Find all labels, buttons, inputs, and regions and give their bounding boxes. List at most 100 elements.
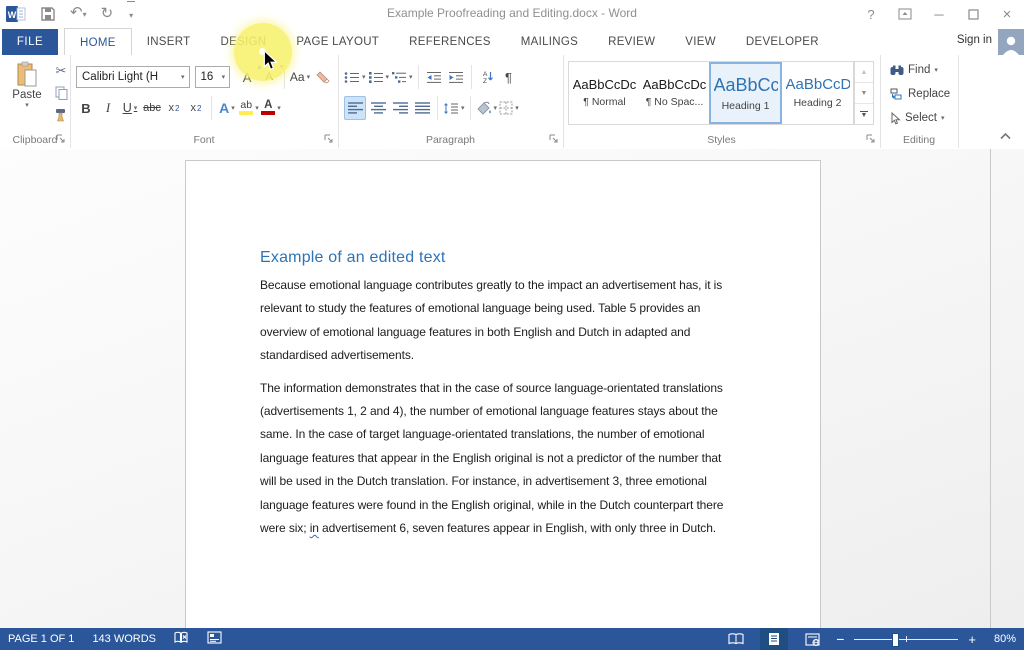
doc-line: overview of emotional language features … (260, 325, 780, 348)
zoom-in-button[interactable]: + (968, 632, 976, 647)
font-name-combo[interactable]: Calibri Light (H▾ (76, 66, 190, 88)
zoom-level[interactable]: 80% (986, 633, 1016, 645)
svg-text:A: A (483, 71, 488, 78)
clear-formatting-button[interactable] (312, 66, 332, 88)
justify-button[interactable] (412, 97, 432, 119)
maximize-button[interactable] (960, 3, 986, 25)
tab-file[interactable]: FILE (2, 29, 58, 55)
paste-button[interactable]: Paste ▾ (6, 61, 48, 137)
grammar-error-word: in (310, 521, 319, 535)
tab-developer[interactable]: DEVELOPER (731, 28, 834, 55)
binoculars-icon (890, 65, 904, 76)
mouse-cursor-icon (263, 50, 278, 71)
find-button[interactable]: Find▾ (890, 61, 950, 79)
doc-line: standardised advertisements. (260, 348, 780, 371)
document-page[interactable]: Example of an edited text Because emotio… (185, 160, 821, 629)
format-painter-button[interactable] (52, 107, 70, 122)
styles-scroll-up-button[interactable]: ▲ (855, 62, 873, 83)
decrease-indent-button[interactable] (424, 66, 444, 88)
doc-line: same. In the case of target language-ori… (260, 427, 780, 450)
copy-button[interactable] (52, 85, 70, 100)
close-button[interactable]: × (994, 3, 1020, 25)
doc-line: relevant to study the features of emotio… (260, 301, 780, 324)
read-mode-button[interactable] (722, 628, 750, 650)
text-highlight-button[interactable]: ab ▾ (239, 97, 259, 119)
styles-gallery: AaBbCcDc ¶ Normal AaBbCcDc ¶ No Spac... … (568, 61, 854, 125)
styles-gallery-scroll: ▲ ▼ ▼ (854, 61, 874, 125)
select-cursor-icon (890, 112, 901, 125)
paragraph-dialog-launcher[interactable] (549, 134, 559, 144)
avatar[interactable] (998, 29, 1024, 55)
collapse-ribbon-button[interactable] (999, 127, 1012, 145)
cut-button[interactable]: ✂ (52, 63, 70, 78)
help-button[interactable]: ? (858, 3, 884, 25)
zoom-out-button[interactable]: − (836, 631, 844, 647)
clipboard-group: Paste ▾ ✂ Clipboard (0, 55, 71, 148)
style-normal[interactable]: AaBbCcDc ¶ Normal (570, 63, 639, 121)
ribbon-tab-row: FILE HOME INSERT DESIGN PAGE LAYOUT REFE… (0, 28, 1024, 56)
shading-button[interactable]: ▾ (476, 97, 498, 119)
print-layout-button[interactable] (760, 628, 788, 650)
style-no-spacing[interactable]: AaBbCcDc ¶ No Spac... (640, 63, 709, 121)
ribbon: Paste ▾ ✂ Clipboard Calibri Light (H▾ 16… (0, 55, 1024, 150)
web-layout-button[interactable] (798, 628, 826, 650)
superscript-button[interactable]: x2 (186, 97, 206, 119)
font-size-combo[interactable]: 16▾ (195, 66, 231, 88)
zoom-slider[interactable] (854, 628, 958, 650)
underline-button[interactable]: U▾ (120, 97, 140, 119)
tab-insert[interactable]: INSERT (132, 28, 206, 55)
numbering-button[interactable]: ▾ (368, 66, 390, 88)
highlight-icon: ab (239, 101, 253, 115)
tab-page-layout[interactable]: PAGE LAYOUT (281, 28, 394, 55)
page-indicator[interactable]: PAGE 1 OF 1 (8, 633, 74, 645)
style-heading-1[interactable]: AaBbCc Heading 1 (709, 62, 782, 124)
document-content[interactable]: Example of an edited text Because emotio… (260, 249, 780, 544)
text-effects-button[interactable]: A▾ (217, 97, 237, 119)
style-heading-2[interactable]: AaBbCcD Heading 2 (783, 63, 852, 121)
svg-text:Z: Z (483, 78, 487, 84)
styles-scroll-down-button[interactable]: ▼ (855, 83, 873, 104)
styles-group-label: Styles (563, 134, 880, 146)
ribbon-display-options-button[interactable] (892, 3, 918, 25)
borders-button[interactable]: ▾ (499, 97, 519, 119)
increase-indent-button[interactable] (446, 66, 466, 88)
replace-button[interactable]: Replace (890, 85, 950, 103)
strikethrough-button[interactable]: abc (142, 97, 162, 119)
line-spacing-button[interactable]: ▾ (443, 97, 465, 119)
font-dialog-launcher[interactable] (324, 134, 334, 144)
clipboard-dialog-launcher[interactable] (56, 134, 66, 144)
font-group: Calibri Light (H▾ 16▾ A▲ A▼ Aa▾ B I U▾ a… (70, 55, 339, 148)
paragraph-1: Because emotional language contributes g… (260, 278, 780, 372)
doc-line: language features were found in the Engl… (260, 498, 780, 521)
styles-more-button[interactable]: ▼ (855, 104, 873, 124)
bold-button[interactable]: B (76, 97, 96, 119)
select-button[interactable]: Select▾ (890, 109, 950, 127)
styles-dialog-launcher[interactable] (866, 134, 876, 144)
align-center-button[interactable] (368, 97, 388, 119)
scrollbar-track[interactable] (990, 149, 991, 628)
word-count[interactable]: 143 WORDS (92, 633, 156, 645)
sort-button[interactable]: AZ (477, 66, 497, 88)
font-color-button[interactable]: A ▾ (261, 97, 281, 119)
sign-in-link[interactable]: Sign in (957, 34, 992, 46)
macro-recording-icon[interactable] (207, 631, 222, 647)
tab-view[interactable]: VIEW (670, 28, 731, 55)
minimize-button[interactable]: ─ (926, 3, 952, 25)
multilevel-list-button[interactable]: ▾ (391, 66, 413, 88)
tab-review[interactable]: REVIEW (593, 28, 670, 55)
zoom-slider-thumb[interactable] (892, 633, 899, 647)
doc-line: (advertisements 1, 2 and 4), the number … (260, 404, 780, 427)
font-group-label: Font (70, 134, 338, 146)
tab-references[interactable]: REFERENCES (394, 28, 506, 55)
show-hide-pilcrow-button[interactable]: ¶ (499, 66, 519, 88)
italic-button[interactable]: I (98, 97, 118, 119)
tab-home[interactable]: HOME (64, 28, 132, 56)
bullets-button[interactable]: ▾ (344, 66, 366, 88)
align-left-button[interactable] (344, 96, 366, 120)
change-case-button[interactable]: Aa▾ (290, 66, 310, 88)
document-heading: Example of an edited text (260, 249, 780, 267)
proofing-errors-icon[interactable] (174, 631, 189, 647)
tab-mailings[interactable]: MAILINGS (506, 28, 593, 55)
subscript-button[interactable]: x2 (164, 97, 184, 119)
align-right-button[interactable] (390, 97, 410, 119)
